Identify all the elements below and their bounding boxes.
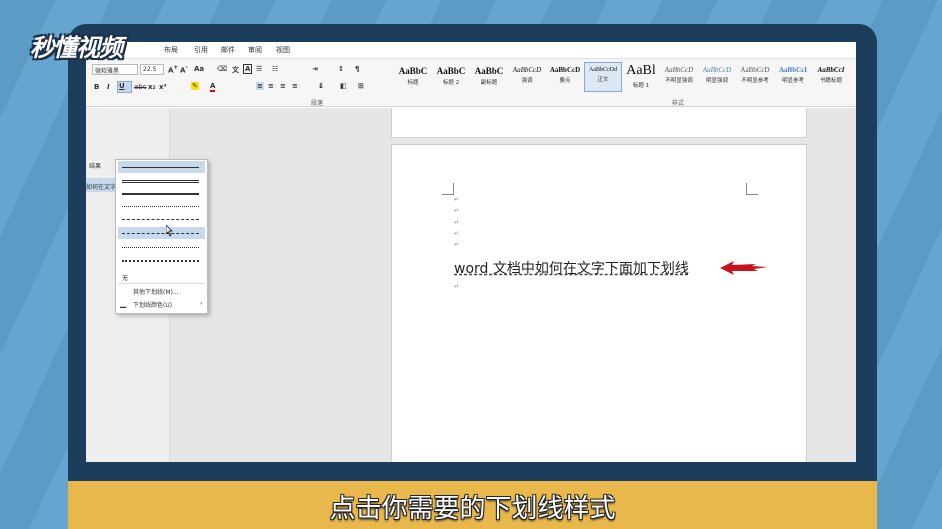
underline-button[interactable]: U: [117, 81, 132, 93]
subtitle-text: 点击你需要的下划线样式: [329, 494, 616, 524]
grow-font-icon[interactable]: A+: [168, 65, 178, 74]
shrink-font-icon[interactable]: A-: [180, 65, 188, 74]
underline-style-menu: 无 其他下划线(M)... ▁ 下划线颜色(U) ›: [115, 159, 208, 314]
paragraph-mark: ↵: [454, 207, 460, 214]
indent-icon[interactable]: ⇥: [312, 65, 318, 73]
menu-view[interactable]: 视图: [276, 45, 290, 55]
highlight-icon[interactable]: ✎: [191, 82, 199, 90]
underline-color-item[interactable]: 下划线颜色(U): [133, 300, 172, 309]
clear-format-icon[interactable]: ⌫: [217, 65, 227, 73]
show-marks-icon[interactable]: ¶: [355, 65, 359, 73]
document-text[interactable]: word 文档中如何在文字下面加下划线: [454, 258, 689, 278]
paragraph-mark: ↵: [454, 241, 460, 248]
borders-icon[interactable]: ⊞: [358, 82, 364, 90]
bold-button[interactable]: B: [94, 83, 99, 91]
underline-option-dotted[interactable]: [118, 200, 205, 212]
styles-gallery: AaBbC 标题 AaBbC 标题 2 AaBbC 副标题 AaBbCcD 强调 AaB…: [392, 62, 856, 96]
menu-review[interactable]: 审阅: [248, 45, 262, 55]
styles-group-label: 样式: [672, 100, 685, 107]
paragraph-group-label: 段落: [311, 100, 324, 107]
style-strong[interactable]: AaBbCcD 要点: [546, 62, 584, 92]
underline-option-dash-dot[interactable]: [118, 227, 205, 239]
strikethrough-button[interactable]: abc: [134, 83, 147, 91]
more-underlines-item[interactable]: 其他下划线(M)...: [133, 287, 179, 296]
style-heading-1[interactable]: AaBl 标题 1: [622, 62, 660, 92]
style-intense-emphasis[interactable]: AaBbCcD 明显强调: [698, 62, 736, 92]
font-size-select[interactable]: 22.5: [140, 64, 164, 75]
miaodong-logo: 秒懂视频: [30, 34, 123, 62]
underline-none-item[interactable]: 无: [122, 273, 128, 282]
results-label: 结果: [89, 163, 102, 170]
menu-bar: 布局 引用 邮件 审阅 视图: [86, 42, 856, 59]
margin-mark-right: [746, 183, 758, 195]
paragraph-mark: ↵: [454, 230, 460, 237]
font-color-icon[interactable]: A: [210, 82, 216, 92]
style-heading-2[interactable]: AaBbC 标题 2: [432, 62, 470, 92]
document-page[interactable]: ↵ ↵ ↵ ↵ ↵ word 文档中如何在文字下面加下划线 ↵: [391, 144, 807, 462]
style-subtitle[interactable]: AaBbC 副标题: [470, 62, 508, 92]
sort-icon[interactable]: ↕: [338, 65, 344, 73]
nav-result-item[interactable]: 如何在文字: [86, 178, 116, 192]
document-canvas: 结果 如何在文字 ↵ ↵ ↵ ↵ ↵ word 文档中如何在文字下面加下划线 ↵: [86, 108, 856, 462]
menu-layout[interactable]: 布局: [164, 45, 178, 55]
menu-references[interactable]: 引用: [194, 45, 208, 55]
underline-option-dashed[interactable]: [118, 213, 205, 225]
underline-option-single[interactable]: [118, 161, 205, 173]
align-right-icon[interactable]: ≡: [280, 82, 286, 90]
underline-option-thick[interactable]: [118, 187, 205, 199]
pointer-arrow-icon: [720, 261, 768, 275]
subscript-button[interactable]: x₂: [148, 83, 156, 91]
mouse-cursor-icon: [166, 225, 173, 237]
ribbon: 微软雅黑 22.5 A+ A- Aa ⌫ 文 A B I U abc x₂ x²…: [86, 59, 856, 107]
margin-mark-left: [442, 183, 454, 195]
char-border-icon[interactable]: A: [243, 64, 253, 74]
style-subtle-reference[interactable]: AaBbCcD 不明显参考: [736, 62, 774, 92]
bullets-icon[interactable]: ☰: [256, 65, 262, 73]
paragraph-mark: ↵: [454, 219, 460, 226]
paragraph-mark: ↵: [454, 196, 460, 203]
chevron-right-icon: ›: [200, 300, 203, 307]
font-name-select[interactable]: 微软雅黑: [92, 64, 138, 75]
subtitle-bar: 点击你需要的下划线样式: [68, 481, 877, 529]
line-spacing-icon[interactable]: ↨: [318, 82, 324, 90]
justify-icon[interactable]: ≡: [292, 82, 298, 90]
style-heading[interactable]: AaBbC 标题: [394, 62, 432, 92]
underline-option-dash-dot-dot[interactable]: [118, 241, 205, 253]
italic-button[interactable]: I: [107, 83, 110, 91]
style-intense-reference[interactable]: AaBbCcI 明显参考: [774, 62, 812, 92]
shading-icon[interactable]: ◧: [340, 82, 347, 90]
menu-mailings[interactable]: 邮件: [221, 45, 235, 55]
word-window: 布局 引用 邮件 审阅 视图 微软雅黑 22.5 A+ A- Aa ⌫ 文 A …: [86, 42, 856, 462]
align-center-icon[interactable]: ≡: [268, 82, 274, 90]
underline-option-wave[interactable]: [118, 254, 205, 266]
change-case-icon[interactable]: Aa: [194, 65, 204, 73]
style-emphasis[interactable]: AaBbCcD 强调: [508, 62, 546, 92]
paragraph-mark: ↵: [454, 283, 460, 290]
superscript-button[interactable]: x²: [159, 83, 167, 91]
style-normal[interactable]: AaBbCcDd 正文: [584, 62, 622, 92]
menu-divider: [118, 283, 205, 284]
underline-option-double[interactable]: [118, 174, 205, 186]
underline-color-icon: ▁: [120, 299, 127, 308]
previous-page: [391, 108, 807, 138]
style-book-title[interactable]: AaBbCcI 书籍标题: [812, 62, 850, 92]
numbering-icon[interactable]: ☷: [272, 65, 278, 73]
style-subtle-emphasis[interactable]: AaBbCcD 不明显强调: [660, 62, 698, 92]
phonetic-icon[interactable]: 文: [232, 65, 239, 75]
align-left-icon[interactable]: ≡: [256, 82, 264, 90]
